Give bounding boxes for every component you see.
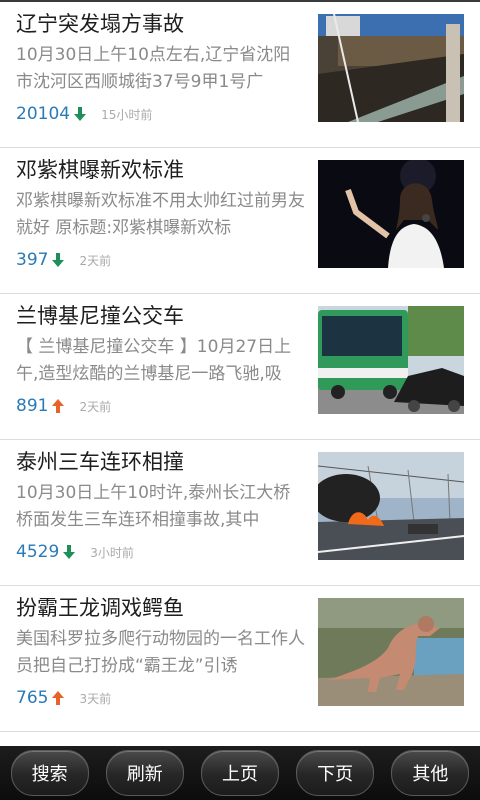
view-count: 20104 [16,104,71,124]
news-meta: 891 2天前 [16,395,111,417]
view-count: 397 [16,250,49,270]
bottom-toolbar: 搜索 刷新 上页 下页 其他 [0,746,480,800]
more-button[interactable]: 其他 [391,750,470,796]
news-summary: 10月30日上午10点左右,辽宁省沈阳市沈河区西顺城街37号9甲1号广 [16,45,291,92]
refresh-button[interactable]: 刷新 [105,750,184,796]
next-page-button[interactable]: 下页 [296,750,375,796]
news-meta: 397 2天前 [16,249,111,271]
trend-down-icon [63,545,76,559]
publish-time: 2天前 [79,399,112,414]
news-summary: 邓紫棋曝新欢标准不用太帅红过前男友就好 原标题:邓紫棋曝新欢标 [16,191,305,238]
news-title[interactable]: 邓紫棋曝新欢标准 [16,154,306,184]
publish-time: 2天前 [79,253,112,268]
news-title[interactable]: 辽宁突发塌方事故 [16,8,306,38]
news-meta: 765 3天前 [16,687,111,709]
trend-down-icon [74,107,87,121]
next-page-button-label: 下页 [317,764,354,785]
prev-page-button[interactable]: 上页 [200,750,279,796]
trend-down-icon [52,253,65,267]
news-item[interactable]: 辽宁突发塌方事故 10月30日上午10点左右,辽宁省沈阳市沈河区西顺城街37号9… [0,2,480,148]
more-button-label: 其他 [412,764,449,785]
publish-time: 15小时前 [101,107,153,122]
news-meta: 4529 3小时前 [16,541,134,563]
refresh-button-label: 刷新 [126,764,163,785]
news-summary: 【 兰博基尼撞公交车 】10月27日上午,造型炫酷的兰博基尼一路飞驰,吸 [16,337,292,384]
news-summary: 10月30日上午10时许,泰州长江大桥桥面发生三车连环相撞事故,其中 [16,483,291,530]
news-thumbnail[interactable] [318,452,464,560]
news-item[interactable]: 兰博基尼撞公交车 【 兰博基尼撞公交车 】10月27日上午,造型炫酷的兰博基尼一… [0,294,480,440]
news-thumbnail[interactable] [318,14,464,122]
news-thumbnail[interactable] [318,160,464,268]
news-thumbnail[interactable] [318,598,464,706]
publish-time: 3小时前 [90,545,134,560]
trend-up-icon [52,399,65,413]
news-item-partial[interactable] [0,732,480,746]
view-count: 4529 [16,542,60,562]
news-list[interactable]: 辽宁突发塌方事故 10月30日上午10点左右,辽宁省沈阳市沈河区西顺城街37号9… [0,2,480,746]
news-item[interactable]: 邓紫棋曝新欢标准 邓紫棋曝新欢标准不用太帅红过前男友就好 原标题:邓紫棋曝新欢标… [0,148,480,294]
news-title[interactable]: 泰州三车连环相撞 [16,446,306,476]
news-thumbnail[interactable] [318,306,464,414]
trend-up-icon [52,691,65,705]
news-meta: 20104 15小时前 [16,103,152,125]
news-summary: 美国科罗拉多爬行动物园的一名工作人员把自己打扮成“霸王龙”引诱 [16,629,305,676]
view-count: 891 [16,396,49,416]
publish-time: 3天前 [79,691,112,706]
news-item[interactable]: 扮霸王龙调戏鳄鱼 美国科罗拉多爬行动物园的一名工作人员把自己打扮成“霸王龙”引诱… [0,586,480,732]
view-count: 765 [16,688,49,708]
search-button-label: 搜索 [31,764,68,785]
search-button[interactable]: 搜索 [10,750,89,796]
news-title[interactable]: 兰博基尼撞公交车 [16,300,306,330]
news-item[interactable]: 泰州三车连环相撞 10月30日上午10时许,泰州长江大桥桥面发生三车连环相撞事故… [0,440,480,586]
prev-page-button-label: 上页 [221,764,258,785]
news-title[interactable]: 扮霸王龙调戏鳄鱼 [16,592,306,622]
